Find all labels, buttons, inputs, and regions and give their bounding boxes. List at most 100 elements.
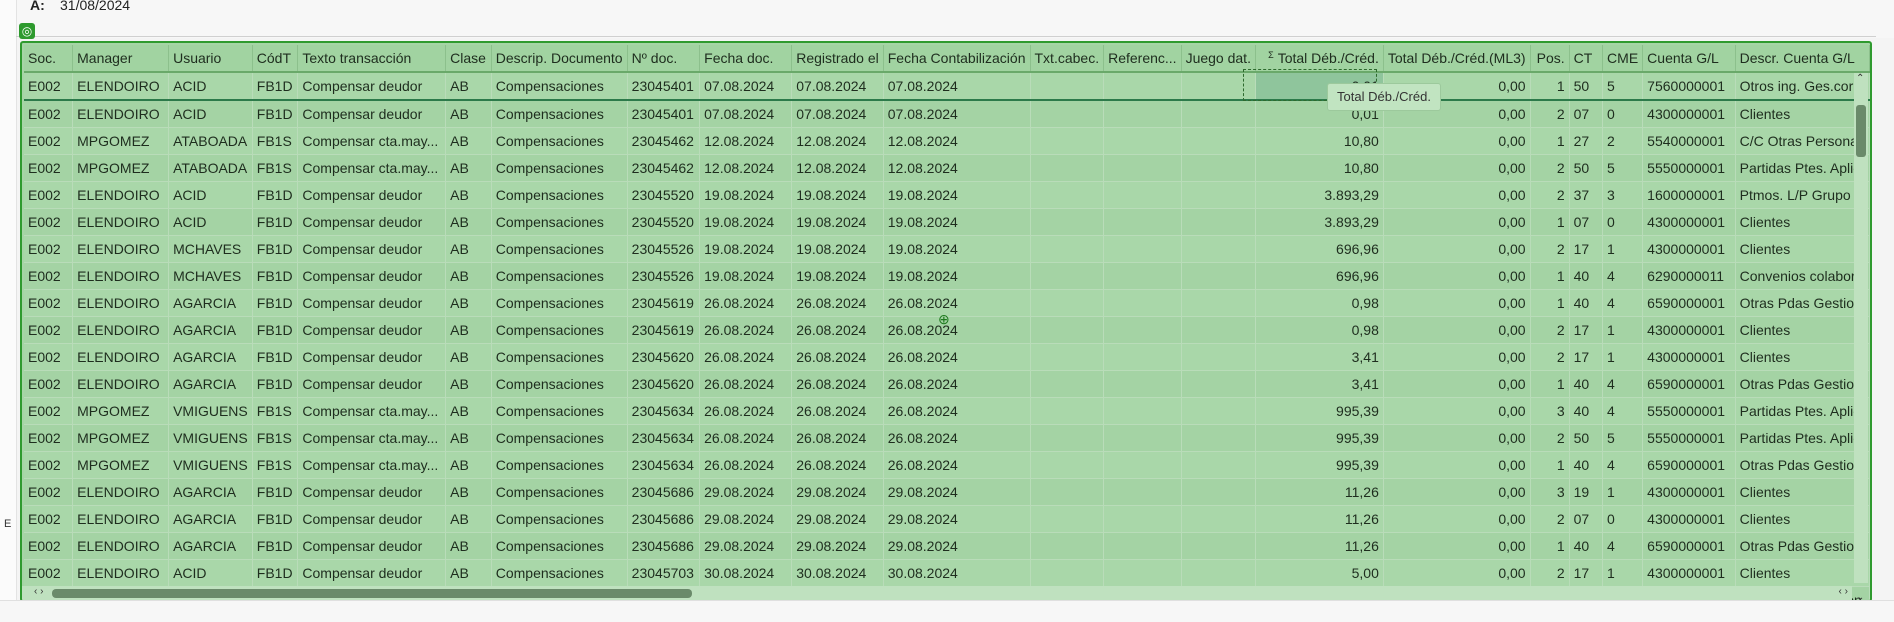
table-cell[interactable]: 5550000001 [1642,154,1736,182]
table-cell[interactable] [1103,478,1182,506]
table-cell[interactable] [1181,370,1257,398]
table-cell[interactable]: 4 [1602,532,1644,560]
scroll-up-icon[interactable]: ⌃ [1856,73,1864,84]
table-cell[interactable]: FB1D [252,559,299,587]
table-cell[interactable]: ELENDOIRO [72,505,170,533]
table-cell[interactable]: 19.08.2024 [883,235,1031,263]
table-cell[interactable]: ELENDOIRO [72,343,170,371]
table-row[interactable]: E002ELENDOIROACIDFB1DCompensar deudorABC… [24,100,1870,128]
column-header[interactable]: CME [1602,45,1644,73]
table-cell[interactable]: 10,80 [1255,127,1384,155]
table-cell[interactable]: Compensar deudor [297,181,447,209]
table-cell[interactable]: 19.08.2024 [699,262,793,290]
table-row[interactable]: E002 ELENDOIRO AGARCIA FB1D Compensar deudor… [24,532,1870,560]
table-cell[interactable]: ACID [168,559,253,587]
table-cell[interactable]: AB [445,505,492,533]
table-cell[interactable]: 07.08.2024 [791,72,884,101]
table-cell[interactable]: ELENDOIRO [72,181,170,209]
table-cell[interactable]: 19.08.2024 [883,181,1031,209]
table-cell[interactable] [1181,100,1257,128]
table-cell[interactable]: 1 [1530,72,1570,101]
table-row[interactable]: E002 ELENDOIRO MCHAVES FB1D Compensar deudor… [24,235,1870,263]
table-cell[interactable]: Compensar deudor [297,100,447,128]
table-cell[interactable]: 26.08.2024 [791,424,884,452]
table-cell[interactable] [1181,208,1257,236]
table-cell[interactable]: AB [445,127,492,155]
table-cell[interactable]: 4300000001 [1642,559,1736,587]
table-cell[interactable]: 29.08.2024 [699,478,793,506]
table-cell[interactable]: 1 [1602,235,1644,263]
table-cell[interactable]: ELENDOIRO [72,316,170,344]
table-cell[interactable] [1103,532,1182,560]
table-cell[interactable]: FB1D [252,532,299,560]
table-cell[interactable] [1030,262,1105,290]
column-header[interactable]: Fecha Contabilización [883,45,1031,73]
table-cell[interactable]: Compensaciones [491,262,628,290]
table-cell[interactable]: E002 [24,127,74,155]
table-cell[interactable]: 0 [1602,505,1644,533]
column-header[interactable]: Fecha doc. [699,45,793,73]
date-to-value[interactable]: 31/08/2024 [60,0,130,13]
table-cell[interactable]: 23045686 [627,505,701,533]
table-cell[interactable]: 0,00 [1383,262,1531,290]
table-cell[interactable]: 29.08.2024 [699,505,793,533]
table-cell[interactable]: 4 [1602,289,1644,317]
table-cell[interactable]: 4 [1602,451,1644,479]
table-cell[interactable] [1103,397,1182,425]
target-icon[interactable]: ◎ [19,23,35,39]
table-cell[interactable]: 5,00 [1255,559,1384,587]
table-cell[interactable]: 0 [1602,100,1644,128]
table-cell[interactable]: 6290000011 [1642,262,1736,290]
table-cell[interactable]: 0,00 [1383,208,1531,236]
table-cell[interactable]: Otras Pdas Gestion [1735,289,1870,317]
table-cell[interactable]: ELENDOIRO [72,289,170,317]
table-cell[interactable]: 1 [1602,478,1644,506]
scroll-left-icon[interactable]: ‹ › [34,586,43,597]
table-cell[interactable] [1030,289,1105,317]
table-cell[interactable] [1103,370,1182,398]
table-cell[interactable] [1103,72,1182,101]
table-cell[interactable]: 26.08.2024 [791,289,884,317]
table-cell[interactable] [1103,262,1182,290]
table-cell[interactable]: 30.08.2024 [791,559,884,587]
table-cell[interactable]: 07 [1569,208,1604,236]
table-cell[interactable]: 17 [1569,343,1604,371]
table-cell[interactable]: 1 [1530,208,1570,236]
table-row[interactable]: E002ELENDOIROACIDFB1DCompensar deudorABC… [24,559,1870,587]
table-cell[interactable]: ELENDOIRO [72,72,170,101]
table-cell[interactable] [1103,181,1182,209]
table-cell[interactable]: 23045619 [627,289,701,317]
table-cell[interactable]: 23045634 [627,397,701,425]
table-cell[interactable]: AB [445,100,492,128]
table-cell[interactable]: 0,00 [1383,181,1531,209]
table-cell[interactable]: AB [445,532,492,560]
vertical-scroll-thumb[interactable] [1856,105,1866,157]
table-cell[interactable]: Compensaciones [491,397,628,425]
table-cell[interactable]: 07.08.2024 [699,100,793,128]
table-cell[interactable] [1103,235,1182,263]
table-cell[interactable]: ATABOADA [168,127,253,155]
table-cell[interactable]: 0,00 [1383,154,1531,182]
table-cell[interactable]: E002 [24,478,74,506]
table-cell[interactable]: 11,26 [1255,478,1384,506]
table-cell[interactable]: Compensar deudor [297,505,447,533]
table-cell[interactable]: Compensaciones [491,235,628,263]
table-cell[interactable]: AB [445,154,492,182]
table-row[interactable]: E002 ELENDOIRO AGARCIA FB1D Compensar deudor… [24,478,1870,506]
table-cell[interactable]: MPGOMEZ [72,127,170,155]
table-cell[interactable]: Compensaciones [491,289,628,317]
table-cell[interactable]: VMIGUENS [168,424,253,452]
table-cell[interactable]: AGARCIA [168,532,253,560]
table-cell[interactable]: Compensaciones [491,370,628,398]
table-row[interactable]: E002 ELENDOIRO AGARCIA FB1D Compensar deudor… [24,505,1870,533]
column-header[interactable]: Registrado el [791,45,884,73]
table-cell[interactable]: 23045526 [627,235,701,263]
table-cell[interactable]: Compensar deudor [297,289,447,317]
table-cell[interactable]: FB1S [252,154,299,182]
table-cell[interactable]: 4300000001 [1642,343,1736,371]
table-cell[interactable]: 5540000001 [1642,127,1736,155]
table-cell[interactable]: 26.08.2024 [883,343,1031,371]
table-cell[interactable]: 23045526 [627,262,701,290]
table-cell[interactable]: 5 [1602,72,1644,101]
table-cell[interactable]: 23045401 [627,72,701,101]
